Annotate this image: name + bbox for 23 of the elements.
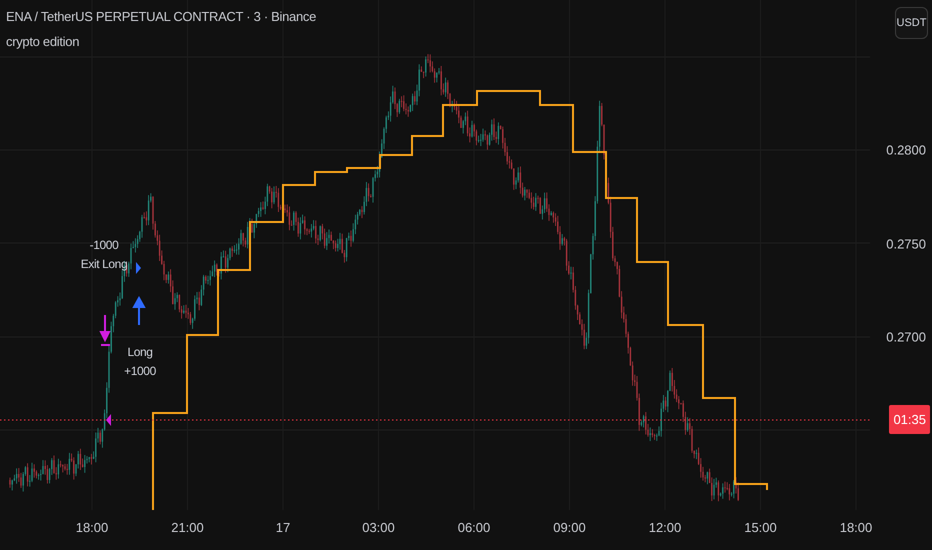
trade-label: +1000 [124,364,156,378]
price-label: 0.2800 [886,142,926,158]
down-arrow-icon [100,314,111,346]
price-label: 0.2700 [886,330,926,344]
time-label: 09:00 [553,520,586,535]
time-label: 18:00 [76,520,108,535]
right-triangle-icon [136,262,141,274]
chart-title: ENA / TetherUS PERPETUAL CONTRACT · 3 · Binance [6,9,316,24]
up-arrow-icon [132,297,145,326]
countdown-badge: 01:35 [889,405,930,434]
chart-subtitle: crypto edition [6,34,80,49]
left-triangle-icon [106,414,111,426]
trade-label: -1000 [90,238,118,252]
time-label: 03:00 [362,520,395,535]
time-label: 18:00 [840,520,872,535]
price-label: 0.2750 [886,236,926,251]
time-label: 17 [276,520,290,535]
time-label: 06:00 [458,520,490,535]
trade-label: Long [127,345,153,359]
time-label: 12:00 [648,520,682,535]
time-label: 15:00 [744,520,777,535]
time-label: 21:00 [171,520,204,535]
currency-button[interactable]: USDT [895,7,928,39]
